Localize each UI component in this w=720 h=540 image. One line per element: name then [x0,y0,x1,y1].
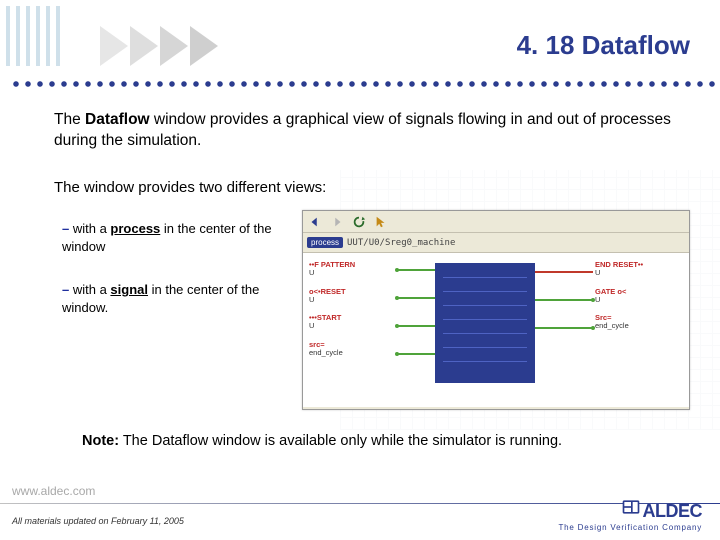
intro-paragraph: The Dataflow window provides a graphical… [54,110,690,152]
views-subheading: The window provides two different views: [54,178,690,198]
output-signals-column: END RESET••U GATE o<U Src=end_cycle [595,261,683,341]
note-paragraph: Note: The Dataflow window is available o… [82,432,680,452]
process-path: UUT/U0/Sreg0_machine [347,238,455,248]
nav-back-icon[interactable] [307,214,323,230]
process-chip: process [307,237,343,248]
window-toolbar [303,211,689,233]
slide-title: 4. 18 Dataflow [517,30,690,61]
footer-brand: ALDEC The Design Verification Company [558,497,702,532]
nav-forward-icon[interactable] [329,214,345,230]
footer-url: www.aldec.com [12,484,95,498]
decorative-header-shapes [0,4,320,84]
footer-updated-date: All materials updated on February 11, 20… [12,516,184,526]
bullet-process-view: – with a process in the center of the wi… [62,220,272,255]
input-signals-column: ••F PATTERNU o<•RESETU •••STARTU src=end… [309,261,397,367]
dotted-rule [10,78,720,90]
window-breadcrumb: process UUT/U0/Sreg0_machine [303,233,689,253]
refresh-icon[interactable] [351,214,367,230]
bullet-signal-view: – with a signal in the center of the win… [62,281,272,316]
dataflow-window-screenshot: process UUT/U0/Sreg0_machine ••F PATTERN… [302,210,690,410]
brand-name: ALDEC [643,501,703,522]
process-block[interactable] [435,263,535,383]
brand-tagline: The Design Verification Company [558,523,702,532]
dataflow-canvas[interactable]: ••F PATTERNU o<•RESETU •••STARTU src=end… [303,253,689,407]
pointer-icon[interactable] [373,214,389,230]
aldec-logo-icon [621,497,641,522]
